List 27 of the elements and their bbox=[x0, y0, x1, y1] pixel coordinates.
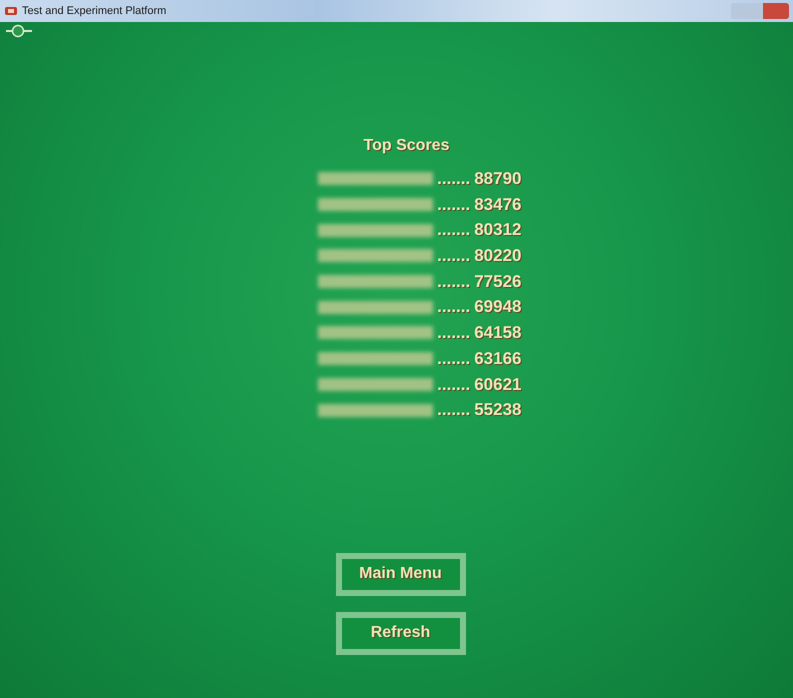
window-title: Test and Experiment Platform bbox=[22, 4, 166, 19]
menu-button[interactable]: Refresh bbox=[336, 612, 466, 655]
dot-leader: ....... bbox=[437, 219, 470, 242]
score-value: 63166 bbox=[474, 348, 522, 370]
score-value: 69948 bbox=[474, 296, 522, 318]
score-value: 80220 bbox=[474, 245, 522, 268]
heading: Top Scores bbox=[364, 136, 450, 156]
dot-leader: ....... bbox=[437, 168, 470, 190]
window-controls[interactable] bbox=[731, 3, 789, 19]
app-icon bbox=[4, 5, 18, 17]
menu-button[interactable]: Main Menu bbox=[336, 552, 466, 596]
score-value: 77526 bbox=[474, 270, 522, 293]
score-value: 83476 bbox=[474, 194, 522, 216]
dot-leader: ....... bbox=[437, 374, 470, 396]
dot-leader: ....... bbox=[437, 296, 470, 318]
dot-leader: ....... bbox=[437, 399, 470, 422]
score-value: 80312 bbox=[474, 219, 522, 242]
score-value: 55238 bbox=[474, 399, 522, 422]
score-value: 64158 bbox=[474, 322, 522, 344]
dot-leader: ....... bbox=[437, 245, 470, 268]
score-value: 60621 bbox=[474, 374, 522, 396]
dot-leader: ....... bbox=[437, 348, 470, 370]
dot-leader: ....... bbox=[437, 322, 470, 344]
sound-toggle-icon[interactable] bbox=[6, 24, 32, 38]
score-value: 88790 bbox=[474, 168, 522, 190]
dot-leader: ....... bbox=[437, 194, 470, 216]
dot-leader: ....... bbox=[437, 270, 470, 293]
